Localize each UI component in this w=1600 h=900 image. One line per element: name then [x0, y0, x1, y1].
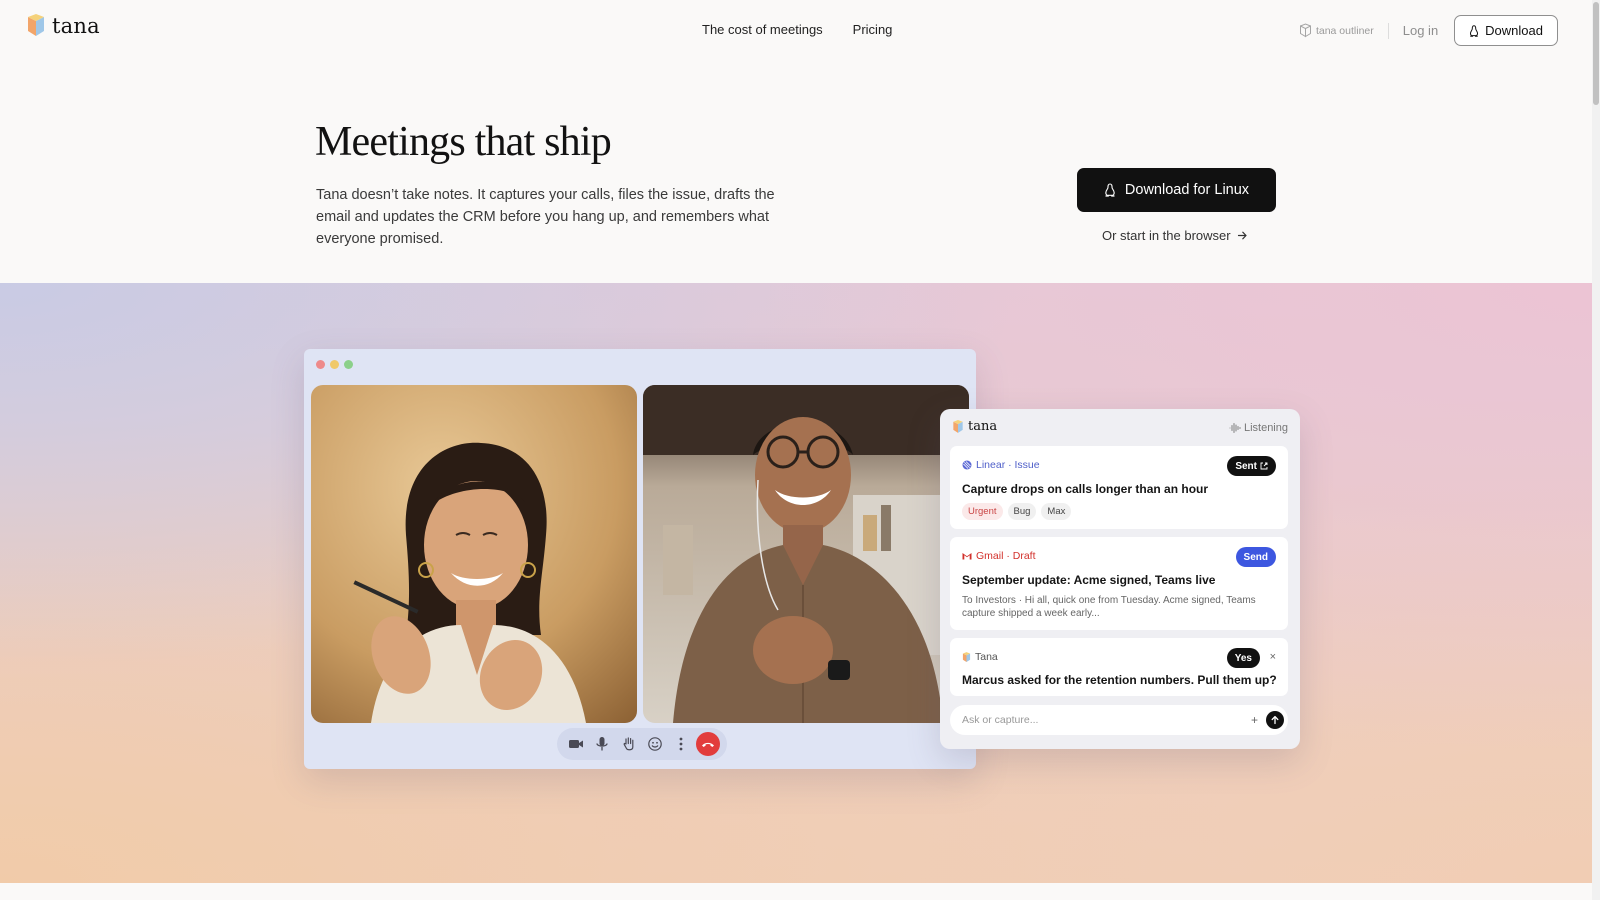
card-source-label: Linear · Issue — [976, 459, 1040, 471]
tana-logo-link[interactable]: tana — [26, 14, 100, 38]
window-controls — [316, 360, 353, 369]
yes-button[interactable]: Yes — [1226, 648, 1260, 668]
dismiss-button[interactable]: × — [1270, 651, 1276, 663]
start-in-browser-link[interactable]: Or start in the browser — [1102, 228, 1248, 243]
tana-logo-icon — [962, 651, 971, 662]
hero-title: Meetings that ship — [315, 119, 612, 165]
raise-hand-button[interactable] — [617, 732, 641, 756]
microphone-button[interactable] — [590, 732, 614, 756]
microphone-icon — [596, 737, 609, 751]
main-nav: The cost of meetings Pricing — [702, 22, 892, 37]
card-source-label: Gmail · Draft — [976, 550, 1036, 562]
card-source: Linear · Issue — [962, 459, 1040, 471]
waveform-icon — [1229, 422, 1241, 434]
scrollbar-thumb[interactable] — [1593, 2, 1599, 105]
header-divider — [1387, 22, 1389, 39]
tana-logo-icon — [28, 14, 44, 36]
call-controls — [557, 728, 727, 760]
send-label: Send — [1243, 551, 1268, 563]
tana-suggestion-card[interactable]: Tana Yes × Marcus asked for the retentio… — [950, 638, 1288, 696]
card-source-label: Tana — [975, 651, 998, 663]
listening-status: Listening — [1229, 422, 1288, 434]
tag-bug[interactable]: Bug — [1007, 503, 1037, 520]
tana-outliner-link[interactable]: tana outliner — [1299, 23, 1374, 38]
page-scrollbar[interactable] — [1592, 0, 1600, 900]
participant-video-left — [311, 385, 637, 723]
listening-label: Listening — [1243, 422, 1288, 434]
email-snippet: To Investors · Hi all, quick one from Tu… — [962, 595, 1256, 619]
ask-capture-bar: + — [950, 705, 1288, 735]
hang-up-icon — [701, 742, 714, 747]
participant-man-image — [643, 385, 969, 723]
download-button-label: Download — [1485, 23, 1543, 38]
panel-brand: tana — [968, 419, 998, 434]
issue-tags: Urgent Bug Max — [962, 503, 1072, 520]
outliner-label: tana outliner — [1315, 24, 1374, 37]
sent-label: Sent — [1235, 460, 1257, 472]
close-window-dot[interactable] — [316, 360, 325, 369]
card-source: Tana — [962, 651, 998, 663]
card-source: Gmail · Draft — [962, 550, 1036, 562]
page-bottom — [0, 883, 1592, 900]
hero-subtitle: Tana doesn’t take notes. It captures you… — [316, 187, 775, 247]
camera-icon — [569, 740, 584, 748]
video-call-window — [304, 349, 976, 769]
tag-assignee[interactable]: Max — [1041, 503, 1072, 520]
card-title: September update: Acme signed, Teams liv… — [962, 573, 1216, 587]
participant-woman-image — [311, 385, 637, 723]
download-for-linux-label: Download for Linux — [1124, 182, 1250, 198]
arrow-right-icon — [1237, 231, 1247, 240]
login-link[interactable]: Log in — [1403, 23, 1438, 38]
brand-name: tana — [52, 14, 100, 38]
card-title: Capture drops on calls longer than an ho… — [962, 482, 1209, 496]
external-link-icon — [1260, 462, 1268, 470]
ask-capture-input[interactable] — [962, 714, 1251, 726]
linux-icon — [1105, 183, 1115, 197]
linux-icon — [1470, 24, 1479, 37]
header-actions: tana outliner Log in Download — [1299, 15, 1558, 46]
download-for-linux-button[interactable]: Download for Linux — [1077, 168, 1276, 212]
download-button[interactable]: Download — [1454, 15, 1558, 46]
send-arrow-icon — [1271, 715, 1279, 725]
reactions-button[interactable] — [643, 732, 667, 756]
sent-button[interactable]: Sent — [1227, 456, 1276, 476]
nav-link-cost-of-meetings[interactable]: The cost of meetings — [702, 22, 823, 37]
tana-assistant-panel: tana Listening Linear · Issue Sent Captu… — [940, 409, 1300, 749]
yes-label: Yes — [1234, 652, 1252, 664]
participant-video-right — [643, 385, 969, 723]
send-button[interactable]: Send — [1235, 547, 1276, 567]
more-vertical-icon — [680, 737, 683, 751]
gmail-draft-card[interactable]: Gmail · Draft Send September update: Acm… — [950, 537, 1288, 630]
card-title: Marcus asked for the retention numbers. … — [962, 673, 1277, 687]
gmail-icon — [962, 553, 972, 560]
add-attachment-button[interactable]: + — [1251, 713, 1258, 727]
site-header: tana The cost of meetings Pricing tana o… — [0, 0, 1592, 62]
tana-outliner-icon — [1299, 23, 1311, 38]
start-in-browser-label: Or start in the browser — [1102, 228, 1231, 243]
nav-link-pricing[interactable]: Pricing — [853, 22, 893, 37]
minimize-window-dot[interactable] — [330, 360, 339, 369]
emoji-icon — [648, 737, 662, 751]
linear-issue-card[interactable]: Linear · Issue Sent Capture drops on cal… — [950, 446, 1288, 529]
product-showcase: tana Listening Linear · Issue Sent Captu… — [0, 283, 1592, 883]
tag-urgent[interactable]: Urgent — [962, 503, 1003, 520]
camera-button[interactable] — [564, 732, 588, 756]
maximize-window-dot[interactable] — [344, 360, 353, 369]
panel-header: tana — [952, 419, 997, 434]
raise-hand-icon — [623, 737, 634, 751]
linear-icon — [962, 460, 972, 470]
tana-logo-icon — [953, 419, 963, 433]
submit-button[interactable] — [1266, 711, 1284, 729]
hang-up-button[interactable] — [695, 732, 720, 756]
more-options-button[interactable] — [669, 732, 693, 756]
